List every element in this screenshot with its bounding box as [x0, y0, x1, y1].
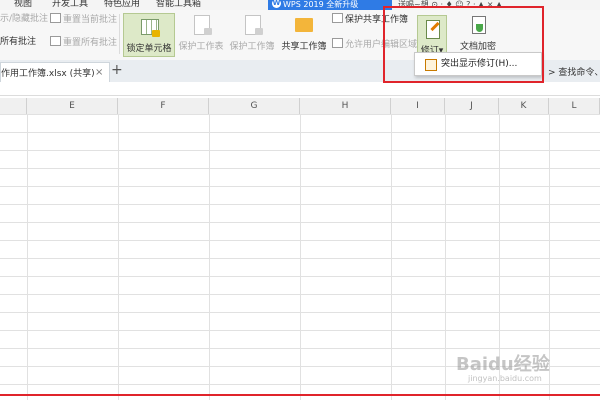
close-icon[interactable]: × — [95, 67, 103, 79]
menu-smart-toolbox[interactable]: 智能工具箱 — [156, 0, 201, 10]
grid-line — [118, 114, 119, 400]
reset-current-comment-button[interactable]: 重置当前批注 — [50, 13, 117, 26]
grid-line — [27, 114, 28, 400]
column-header-g[interactable]: G — [209, 98, 300, 114]
annotation-underline — [0, 394, 600, 396]
menu-view[interactable]: 视图 — [14, 0, 32, 10]
baidu-watermark-url: jingyan.baidu.com — [468, 374, 542, 383]
protect-sheet-icon — [190, 15, 212, 35]
show-hide-comments-label: 示/隐藏批注 — [0, 14, 49, 24]
protect-workbook-icon — [241, 15, 263, 35]
lock-cell-label: 锁定单元格 — [126, 44, 172, 54]
reset-all-comments-button[interactable]: 重置所有批注 — [50, 36, 117, 49]
wps-upgrade-banner[interactable]: W WPS 2019 全新升级 — [268, 0, 392, 10]
all-comments-button[interactable]: 所有批注 — [0, 36, 36, 48]
reset-all-comments-label: 重置所有批注 — [63, 38, 118, 48]
column-header-d[interactable] — [0, 98, 27, 114]
range-icon — [332, 38, 343, 48]
menu-developer-tools[interactable]: 开发工具 — [52, 0, 88, 10]
column-header-h[interactable]: H — [300, 98, 391, 114]
wps-logo-icon: W — [272, 0, 281, 8]
protect-sheet-button[interactable]: 保护工作表 — [176, 12, 226, 52]
column-header-l[interactable]: L — [549, 98, 600, 114]
all-comments-label: 所有批注 — [0, 37, 37, 47]
protect-workbook-label: 保护工作簿 — [229, 42, 275, 52]
share-workbook-icon — [293, 15, 315, 35]
protect-sheet-label: 保护工作表 — [178, 42, 224, 52]
lock-cell-button[interactable]: 锁定单元格 — [123, 13, 175, 57]
column-header-row: E F G H I J K L — [0, 98, 600, 115]
show-hide-comments-button[interactable]: 示/隐藏批注 — [0, 13, 48, 25]
menu-special-apps[interactable]: 特色应用 — [104, 0, 140, 10]
search-command-input[interactable]: > 查找命令、 — [548, 67, 600, 79]
comment-icon — [50, 36, 61, 46]
share-workbook-label: 共享工作簿 — [281, 42, 327, 52]
ribbon-separator — [119, 14, 120, 54]
lock-icon — [332, 13, 343, 23]
grid-line — [209, 114, 210, 400]
baidu-watermark: Baidu经验 — [456, 354, 550, 375]
column-header-e[interactable]: E — [27, 98, 118, 114]
column-header-f[interactable]: F — [118, 98, 209, 114]
comment-icon — [50, 13, 61, 23]
add-tab-icon[interactable]: + — [111, 63, 123, 77]
column-header-k[interactable]: K — [499, 98, 549, 114]
wps-upgrade-label: WPS 2019 全新升级 — [283, 0, 359, 9]
column-header-i[interactable]: I — [391, 98, 445, 114]
document-tab[interactable]: 作用工作簿.xlsx (共享) × — [0, 62, 110, 83]
column-header-j[interactable]: J — [445, 98, 499, 114]
protect-workbook-button[interactable]: 保护工作簿 — [227, 12, 277, 52]
grid-line — [391, 114, 392, 400]
grid-line — [300, 114, 301, 400]
document-tab-label: 作用工作簿.xlsx (共享) — [1, 69, 95, 79]
grid-line — [445, 114, 446, 400]
highlight-annotation-box — [383, 6, 544, 83]
lock-cell-icon — [138, 17, 160, 37]
formula-bar[interactable] — [0, 82, 600, 96]
reset-current-comment-label: 重置当前批注 — [63, 15, 118, 25]
share-workbook-button[interactable]: 共享工作簿 — [279, 12, 329, 52]
